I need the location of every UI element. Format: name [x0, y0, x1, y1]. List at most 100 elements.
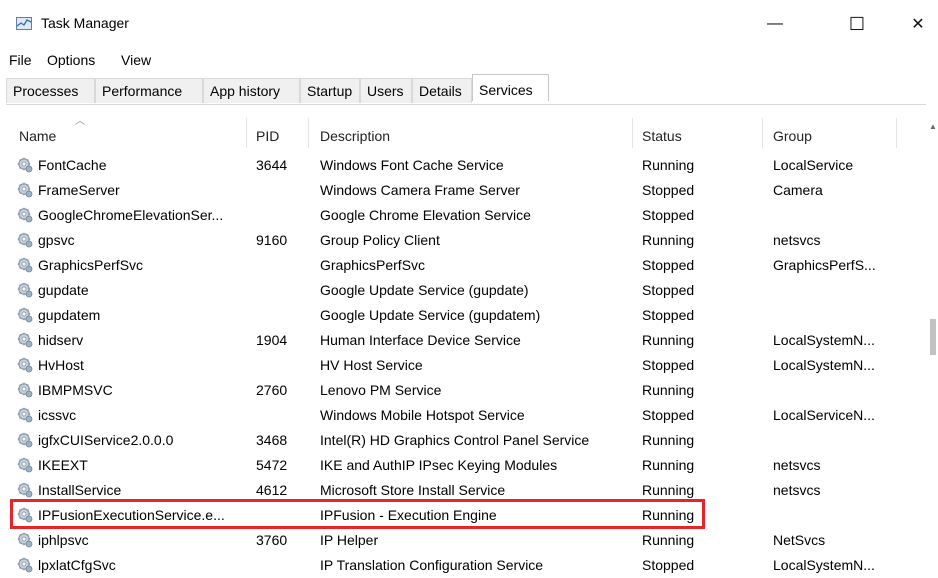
cell-status: Stopped — [642, 182, 695, 198]
cell-pid: 9160 — [256, 232, 288, 248]
scrollbar-thumb[interactable] — [930, 319, 936, 355]
tab-services[interactable]: Services — [472, 74, 549, 101]
cell-status: Running — [642, 232, 695, 248]
cell-group: LocalSystemN... — [773, 357, 875, 373]
table-row[interactable]: FontCache 3644 Windows Font Cache Service R… — [0, 153, 925, 178]
cell-description: Windows Font Cache Service — [320, 157, 504, 173]
service-gear-icon — [17, 332, 33, 348]
cell-group: Camera — [773, 182, 823, 198]
table-row[interactable]: HvHost HV Host Service Stopped LocalSystemN… — [0, 353, 925, 378]
service-gear-icon — [17, 307, 33, 323]
cell-name: gpsvc — [38, 232, 75, 248]
table-row[interactable]: FrameServer Windows Camera Frame Server St… — [0, 178, 925, 203]
table-row[interactable]: icssvc Windows Mobile Hotspot Service Stop… — [0, 403, 925, 428]
cell-group: LocalServiceN... — [773, 407, 875, 423]
cell-status: Running — [642, 532, 695, 548]
cell-description: Windows Mobile Hotspot Service — [320, 407, 525, 423]
cell-name: HvHost — [38, 357, 84, 373]
cell-pid: 1904 — [256, 332, 288, 348]
cell-status: Stopped — [642, 257, 695, 273]
cell-name: iphlpsvc — [38, 532, 89, 548]
tab-app-history[interactable]: App history — [203, 78, 300, 103]
cell-group: NetSvcs — [773, 532, 826, 548]
table-row[interactable]: lpxlatCfgSvc IP Translation Configuration… — [0, 553, 925, 578]
cell-description: Microsoft Store Install Service — [320, 482, 506, 498]
cell-pid: 3644 — [256, 157, 288, 173]
tab-performance[interactable]: Performance — [95, 78, 203, 103]
cell-group: netsvcs — [773, 482, 821, 498]
cell-name: InstallService — [38, 482, 122, 498]
column-header-group[interactable]: Group — [773, 128, 812, 144]
cell-description: Google Update Service (gupdate) — [320, 282, 529, 298]
cell-status: Stopped — [642, 357, 695, 373]
table-row[interactable]: iphlpsvc 3760 IP Helper Running NetSvcs — [0, 528, 925, 553]
cell-pid: 5472 — [256, 457, 288, 473]
table-row[interactable]: GoogleChromeElevationSer... Google Chrome… — [0, 203, 925, 228]
service-gear-icon — [17, 232, 33, 248]
column-header-name[interactable]: Name — [19, 128, 56, 144]
table-row[interactable]: IBMPMSVC 2760 Lenovo PM Service Running — [0, 378, 925, 403]
column-header-description[interactable]: Description — [320, 128, 390, 144]
table-row[interactable]: IKEEXT 5472 IKE and AuthIP IPsec Keying Mo… — [0, 453, 925, 478]
service-gear-icon — [17, 457, 33, 473]
cell-status: Running — [642, 432, 695, 448]
cell-status: Running — [642, 482, 695, 498]
scroll-up-icon[interactable]: ▲ — [929, 122, 937, 131]
cell-group: GraphicsPerfS... — [773, 257, 876, 273]
cell-name: IKEEXT — [38, 457, 88, 473]
menu-bar: File Options View — [0, 50, 938, 72]
cell-description: HV Host Service — [320, 357, 423, 373]
cell-status: Running — [642, 457, 695, 473]
service-gear-icon — [17, 482, 33, 498]
table-row[interactable]: hidserv 1904 Human Interface Device Servic… — [0, 328, 925, 353]
cell-name: FontCache — [38, 157, 107, 173]
menu-view[interactable]: View — [121, 52, 151, 68]
cell-description: IKE and AuthIP IPsec Keying Modules — [320, 457, 558, 473]
cell-description: Windows Camera Frame Server — [320, 182, 520, 198]
sort-ascending-icon: ︿ — [75, 116, 85, 127]
maximize-button[interactable]: ☐ — [834, 0, 880, 48]
cell-status: Stopped — [642, 407, 695, 423]
cell-group: LocalService — [773, 157, 854, 173]
tab-startup[interactable]: Startup — [300, 78, 360, 103]
table-row[interactable]: gpsvc 9160 Group Policy Client Running netsv… — [0, 228, 925, 253]
column-header-pid[interactable]: PID — [256, 128, 279, 144]
cell-pid: 3760 — [256, 532, 288, 548]
cell-description: GraphicsPerfSvc — [320, 257, 426, 273]
service-gear-icon — [17, 357, 33, 373]
service-gear-icon — [17, 382, 33, 398]
tab-strip: Processes Performance App history Startu… — [6, 74, 932, 105]
table-row[interactable]: gupdate Google Update Service (gupdate) St… — [0, 278, 925, 303]
cell-pid: 4612 — [256, 482, 288, 498]
column-header-status[interactable]: Status — [642, 128, 682, 144]
column-divider[interactable] — [762, 118, 763, 148]
table-row[interactable]: igfxCUIService2.0.0.0 3468 Intel(R) HD Gra… — [0, 428, 925, 453]
cell-status: Running — [642, 332, 695, 348]
table-row[interactable]: GraphicsPerfSvc GraphicsPerfSvc Stopped Gra… — [0, 253, 925, 278]
vertical-scrollbar[interactable]: ▲ — [926, 104, 938, 571]
cell-name: IBMPMSVC — [38, 382, 113, 398]
cell-group: netsvcs — [773, 457, 821, 473]
cell-group: netsvcs — [773, 232, 821, 248]
tab-processes[interactable]: Processes — [6, 78, 95, 103]
column-divider[interactable] — [246, 118, 247, 148]
cell-status: Stopped — [642, 307, 695, 323]
column-divider[interactable] — [308, 118, 309, 148]
cell-name: GoogleChromeElevationSer... — [38, 207, 224, 223]
minimize-button[interactable]: — — [752, 0, 798, 48]
service-gear-icon — [17, 407, 33, 423]
cell-description: Google Update Service (gupdatem) — [320, 307, 541, 323]
table-row[interactable]: gupdatem Google Update Service (gupdatem)… — [0, 303, 925, 328]
column-divider[interactable] — [632, 118, 633, 148]
column-divider[interactable] — [896, 118, 897, 148]
service-gear-icon — [17, 207, 33, 223]
cell-description: Lenovo PM Service — [320, 382, 442, 398]
cell-description: IP Helper — [320, 532, 379, 548]
highlight-box — [10, 499, 705, 529]
tab-details[interactable]: Details — [412, 78, 472, 103]
close-button[interactable]: ✕ — [898, 0, 938, 48]
menu-options[interactable]: Options — [47, 52, 95, 68]
service-gear-icon — [17, 532, 33, 548]
menu-file[interactable]: File — [9, 52, 32, 68]
tab-users[interactable]: Users — [360, 78, 412, 103]
